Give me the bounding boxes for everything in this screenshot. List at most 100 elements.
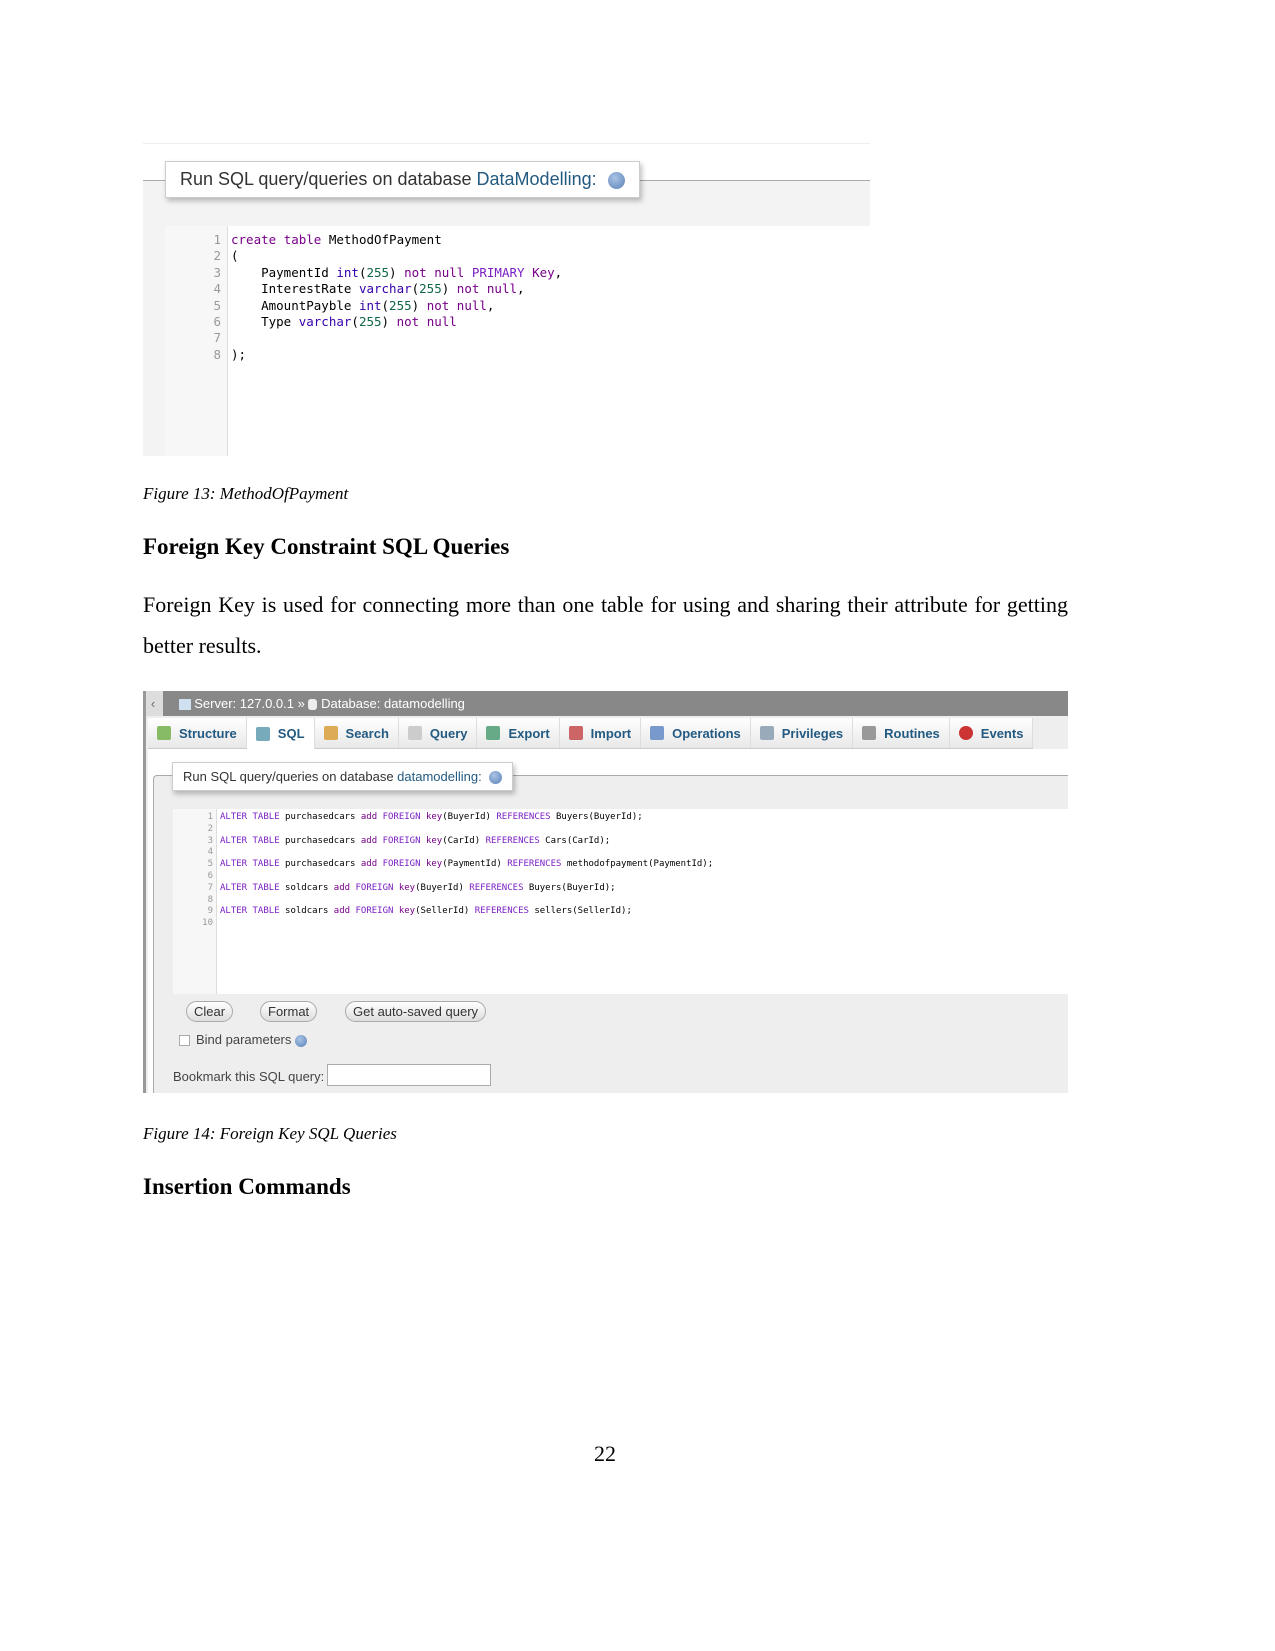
sql-editor[interactable]: 1 ALTER TABLE purchasedcars add FOREIGN k… xyxy=(173,809,1068,994)
tab-label: SQL xyxy=(277,726,305,741)
code-text: ( xyxy=(231,248,239,264)
tab-label: Routines xyxy=(884,725,940,741)
code-line: 6 Type varchar(255) not null xyxy=(165,314,562,330)
bind-parameters-checkbox[interactable] xyxy=(179,1035,190,1046)
clear-button[interactable]: Clear xyxy=(186,1001,234,1022)
tab-label: Operations xyxy=(672,725,741,741)
line-number: 7 xyxy=(207,882,213,893)
code-text: ALTER TABLE purchasedcars add FOREIGN ke… xyxy=(220,812,643,822)
wrench-icon xyxy=(650,726,665,740)
bookmark-input[interactable] xyxy=(327,1064,491,1086)
line-number: 2 xyxy=(213,248,221,264)
paragraph: Foreign Key is used for connecting more … xyxy=(143,592,1068,658)
code-line: 8); xyxy=(165,347,562,363)
routines-icon xyxy=(862,726,877,740)
tab-events[interactable]: Events xyxy=(950,718,1034,748)
bind-parameters-label: Bind parameters xyxy=(196,1032,292,1047)
tab-label: Structure xyxy=(179,725,237,741)
figure-14-screenshot: ‹ Server: 127.0.0.1 » Database: datamode… xyxy=(143,691,1068,1093)
privileges-icon xyxy=(759,726,774,740)
help-icon[interactable] xyxy=(295,1035,307,1047)
code-line: 6 xyxy=(173,871,713,883)
code-line: 4 InterestRate varchar(255) not null, xyxy=(165,281,562,297)
tab-operations[interactable]: Operations xyxy=(641,718,751,748)
tab-label: Export xyxy=(508,725,550,741)
code-line: 7 ALTER TABLE soldcars add FOREIGN key(Bu… xyxy=(173,883,713,895)
help-icon[interactable] xyxy=(489,771,503,785)
code-text: ALTER TABLE purchasedcars add FOREIGN ke… xyxy=(220,835,611,846)
code-line: 3 PaymentId int(255) not null PRIMARY Ke… xyxy=(165,265,562,281)
breadcrumb: ‹ Server: 127.0.0.1 » Database: datamode… xyxy=(143,691,1068,716)
code-text: InterestRate varchar(255) not null, xyxy=(231,281,525,297)
code-line: 1 ALTER TABLE purchasedcars add FOREIGN k… xyxy=(173,812,713,824)
code-line: 3 ALTER TABLE purchasedcars add FOREIGN k… xyxy=(173,836,713,848)
line-number: 4 xyxy=(213,281,221,297)
line-number: 10 xyxy=(202,918,213,929)
clock-icon xyxy=(958,726,973,740)
line-number: 7 xyxy=(213,330,221,346)
code-text: ALTER TABLE soldcars add FOREIGN key(Buy… xyxy=(220,882,616,893)
tab-export[interactable]: Export xyxy=(477,718,560,748)
section-heading: Insertion Commands xyxy=(143,1174,351,1199)
tab-routines[interactable]: Routines xyxy=(853,718,950,748)
code-line: 8 xyxy=(173,895,713,907)
line-number: 2 xyxy=(207,823,213,834)
line-number: 6 xyxy=(213,314,221,330)
code-line: 5 AmountPayble int(255) not null, xyxy=(165,298,562,314)
page-number: 22 xyxy=(594,1441,616,1466)
import-icon xyxy=(568,726,583,740)
format-button[interactable]: Format xyxy=(260,1001,318,1022)
bookmark-label: Bookmark this SQL query: xyxy=(173,1069,325,1084)
help-icon[interactable] xyxy=(607,171,625,189)
line-number: 1 xyxy=(213,232,221,247)
tab-label: Events xyxy=(980,725,1024,741)
sql-icon xyxy=(255,726,270,741)
code-line: 9 ALTER TABLE soldcars add FOREIGN key(Se… xyxy=(173,906,713,918)
code-text: ); xyxy=(231,346,247,362)
figure-14-caption: Figure 14: Foreign Key SQL Queries xyxy=(143,1124,397,1143)
line-number: 4 xyxy=(207,847,213,858)
structure-icon xyxy=(157,726,171,740)
tab-search[interactable]: Search xyxy=(315,718,399,748)
tab-privileges[interactable]: Privileges xyxy=(751,718,854,748)
code-line: 7 xyxy=(165,330,562,346)
tab-label: Query xyxy=(429,725,468,741)
code-text: Type varchar(255) not null xyxy=(231,314,457,330)
code-text: AmountPayble int(255) not null, xyxy=(231,297,495,313)
export-icon xyxy=(486,726,501,740)
line-number: 3 xyxy=(213,264,221,280)
line-number: 9 xyxy=(207,906,213,917)
breadcrumb-server[interactable]: Server: 127.0.0.1 xyxy=(194,696,294,711)
code-line: 4 xyxy=(173,847,713,859)
figure-13-caption: Figure 13: MethodOfPayment xyxy=(143,484,349,503)
tab-import[interactable]: Import xyxy=(560,718,642,748)
database-icon xyxy=(308,699,318,711)
code-line: 2 xyxy=(173,824,713,836)
tab-label: Import xyxy=(590,725,632,741)
breadcrumb-database[interactable]: Database: datamodelling xyxy=(321,696,465,711)
search-icon xyxy=(323,726,338,740)
line-number: 8 xyxy=(213,346,221,362)
code-line: 2( xyxy=(165,248,562,264)
query-legend: Run SQL query/queries on database datamo… xyxy=(172,762,514,792)
sql-editor[interactable]: 1 create table MethodOfPayment 2(3 Payment… xyxy=(165,226,870,456)
get-auto-saved-query-button[interactable]: Get auto-saved query xyxy=(345,1001,487,1022)
tab-sql[interactable]: SQL xyxy=(246,718,315,749)
line-number: 3 xyxy=(207,835,213,846)
code-line: 5 ALTER TABLE purchasedcars add FOREIGN k… xyxy=(173,859,714,871)
code-text: ALTER TABLE purchasedcars add FOREIGN ke… xyxy=(220,859,714,870)
line-number: 5 xyxy=(213,297,221,313)
tab-query[interactable]: Query xyxy=(399,718,478,748)
tab-structure[interactable]: Structure xyxy=(148,718,247,748)
query-legend: Run SQL query/queries on database DataMo… xyxy=(165,161,640,198)
tab-label: Privileges xyxy=(781,725,844,741)
query-icon xyxy=(407,726,422,740)
line-number: 5 xyxy=(207,859,213,870)
section-heading: Foreign Key Constraint SQL Queries xyxy=(143,534,510,559)
